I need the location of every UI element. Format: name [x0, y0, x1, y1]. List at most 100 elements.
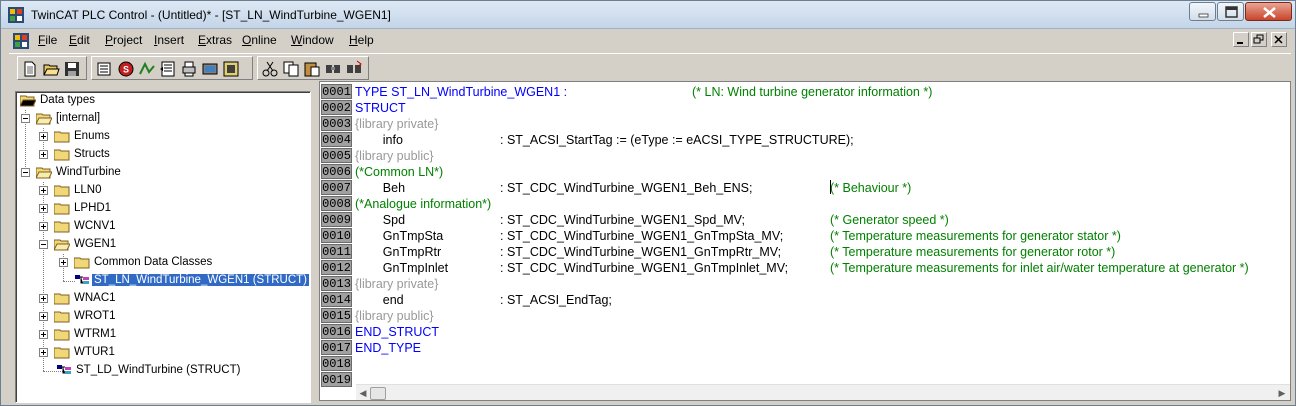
- horizontal-scrollbar[interactable]: ◀ ▶: [356, 384, 1290, 400]
- copy-icon[interactable]: [282, 60, 300, 78]
- code-text: {library public}: [355, 149, 434, 163]
- maximize-button[interactable]: [1217, 2, 1244, 21]
- code-text: GnTmpSta: [355, 229, 444, 243]
- code-text: GnTmpRtr: [355, 245, 442, 259]
- expand-icon[interactable]: [39, 132, 48, 141]
- cut-icon[interactable]: [261, 60, 279, 78]
- menu-window[interactable]: Window: [291, 33, 334, 47]
- code-line[interactable]: 0004 info: ST_ACSI_StartTag := (eType :=…: [320, 132, 1290, 148]
- code-declaration: : ST_CDC_WindTurbine_WGEN1_GnTmpInlet_MV…: [500, 261, 789, 275]
- code-line[interactable]: 0002 STRUCT: [320, 100, 1290, 116]
- code-line[interactable]: 0015 {library public}: [320, 308, 1290, 324]
- code-line[interactable]: 0003 {library private}: [320, 116, 1290, 132]
- code-line[interactable]: 0007 Beh: ST_CDC_WindTurbine_WGEN1_Beh_E…: [320, 180, 1290, 196]
- logout-icon[interactable]: [222, 60, 240, 78]
- expand-icon[interactable]: [39, 150, 48, 159]
- code-line[interactable]: 0012 GnTmpInlet: ST_CDC_WindTurbine_WGEN…: [320, 260, 1290, 276]
- collapse-icon[interactable]: [39, 240, 48, 249]
- folder-icon: [54, 221, 70, 233]
- menu-online[interactable]: Online: [242, 33, 277, 47]
- document-window-icon[interactable]: [13, 33, 29, 49]
- code-text: Spd: [355, 213, 406, 227]
- code-line[interactable]: 0005 {library public}: [320, 148, 1290, 164]
- folder-icon: [54, 329, 70, 341]
- expand-icon[interactable]: [39, 294, 48, 303]
- expand-icon[interactable]: [39, 222, 48, 231]
- new-file-icon[interactable]: [21, 60, 39, 78]
- line-number: 0002: [321, 100, 352, 115]
- expand-icon[interactable]: [39, 186, 48, 195]
- menu-help[interactable]: Help: [349, 33, 374, 47]
- stop-icon[interactable]: S: [117, 60, 135, 78]
- svg-text:S: S: [123, 65, 129, 75]
- close-icon: [1263, 7, 1276, 18]
- code-line[interactable]: 0006 (*Common LN*): [320, 164, 1290, 180]
- code-line[interactable]: 0016 END_STRUCT: [320, 324, 1290, 340]
- line-number: 0019: [321, 372, 352, 387]
- object-organizer-tree[interactable]: Data types [internal] Enums Structs Wind…: [15, 91, 311, 403]
- collapse-icon[interactable]: [21, 168, 30, 177]
- minimize-button[interactable]: [1189, 2, 1216, 21]
- code-text: TYPE ST_LN_WindTurbine_WGEN1 :: [355, 85, 568, 99]
- pane-splitter[interactable]: [311, 81, 319, 401]
- login-icon[interactable]: [201, 60, 219, 78]
- expand-icon[interactable]: [39, 330, 48, 339]
- compile-icon[interactable]: [95, 60, 113, 78]
- replace-icon[interactable]: [345, 60, 363, 78]
- code-line[interactable]: 0010 GnTmpSta: ST_CDC_WindTurbine_WGEN1_…: [320, 228, 1290, 244]
- mdi-restore-button[interactable]: [1251, 32, 1267, 47]
- code-line[interactable]: 0017 END_TYPE: [320, 340, 1290, 356]
- code-line[interactable]: 0013 {library private}: [320, 276, 1290, 292]
- paste-icon[interactable]: [303, 60, 321, 78]
- maximize-icon: [1225, 6, 1238, 18]
- collapse-icon[interactable]: [21, 114, 30, 123]
- twincat-app-icon[interactable]: [8, 7, 24, 23]
- code-comment: (* Temperature measurements for generato…: [830, 245, 1116, 259]
- folder-icon: [54, 203, 70, 215]
- code-comment: (* Temperature measurements for inlet ai…: [830, 261, 1249, 275]
- scroll-right-icon[interactable]: ▶: [1276, 387, 1288, 400]
- expand-icon[interactable]: [39, 204, 48, 213]
- code-text: (*Analogue information*): [355, 197, 492, 211]
- folder-open-icon: [36, 113, 52, 125]
- toolbar-group-build: S: [91, 56, 253, 80]
- code-text: GnTmpInlet: [355, 261, 449, 275]
- menu-insert[interactable]: Insert: [154, 33, 184, 47]
- menu-bar: File Edit Project Insert Extras Online W…: [9, 31, 1291, 51]
- code-line[interactable]: 0011 GnTmpRtr: ST_CDC_WindTurbine_WGEN1_…: [320, 244, 1290, 260]
- code-comment: (* Temperature measurements for generato…: [830, 229, 1121, 243]
- menu-project[interactable]: Project: [105, 33, 142, 47]
- scroll-left-icon[interactable]: ◀: [357, 387, 369, 400]
- code-text: STRUCT: [355, 101, 406, 115]
- code-editor[interactable]: 0001 TYPE ST_LN_WindTurbine_WGEN1 : (* LN:…: [319, 81, 1291, 401]
- window-title: TwinCAT PLC Control - (Untitled)* - [ST_…: [31, 8, 391, 22]
- code-line[interactable]: 0018: [320, 356, 1290, 372]
- open-file-icon[interactable]: [42, 60, 60, 78]
- mdi-close-button[interactable]: [1271, 32, 1287, 47]
- code-line[interactable]: 0001 TYPE ST_LN_WindTurbine_WGEN1 : (* LN:…: [320, 84, 1290, 100]
- code-line[interactable]: 0008 (*Analogue information*): [320, 196, 1290, 212]
- step-icon[interactable]: [159, 60, 177, 78]
- line-number: 0004: [321, 132, 352, 147]
- run-icon[interactable]: [138, 60, 156, 78]
- title-bar[interactable]: TwinCAT PLC Control - (Untitled)* - [ST_…: [1, 1, 1295, 29]
- code-line[interactable]: 0014 end: ST_ACSI_EndTag;: [320, 292, 1290, 308]
- code-line[interactable]: 0009 Spd: ST_CDC_WindTurbine_WGEN1_Spd_M…: [320, 212, 1290, 228]
- menu-extras[interactable]: Extras: [198, 33, 232, 47]
- print-icon[interactable]: [180, 60, 198, 78]
- mdi-minimize-button[interactable]: [1233, 32, 1249, 47]
- toolbar-group-file: [17, 56, 87, 80]
- expand-icon[interactable]: [39, 348, 48, 357]
- struct-icon: [57, 365, 71, 374]
- scroll-thumb[interactable]: [370, 387, 386, 400]
- menu-edit[interactable]: Edit: [69, 33, 90, 47]
- save-icon[interactable]: [63, 60, 81, 78]
- line-number: 0014: [321, 292, 352, 307]
- close-button[interactable]: [1245, 2, 1292, 21]
- find-icon[interactable]: [324, 60, 342, 78]
- menu-file[interactable]: File: [38, 33, 57, 47]
- line-number: 0007: [321, 180, 352, 195]
- code-text: {library private}: [355, 117, 439, 131]
- expand-icon[interactable]: [59, 258, 68, 267]
- expand-icon[interactable]: [39, 312, 48, 321]
